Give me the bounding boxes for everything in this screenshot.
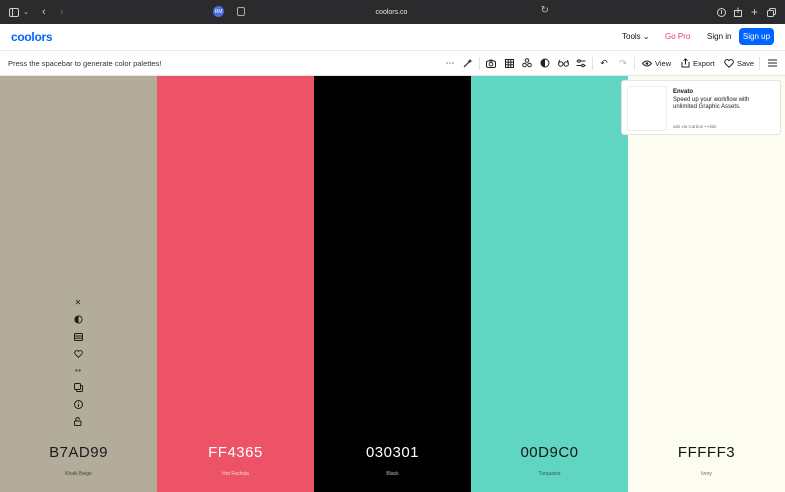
glasses-icon[interactable]: [557, 57, 569, 69]
hide-ad-link[interactable]: Hide: [707, 124, 716, 129]
color-name: Hot Fuchsia: [222, 471, 249, 477]
more-options-icon[interactable]: ⋯: [444, 57, 456, 69]
chevron-down-icon: ⌄: [642, 32, 650, 41]
tabs-overview-icon[interactable]: [767, 5, 776, 19]
column-tools: ✕ ⇿: [71, 294, 85, 430]
color-name: Black: [386, 471, 399, 477]
color-hex-code[interactable]: FFFFF3: [628, 444, 785, 461]
magic-wand-icon[interactable]: [462, 57, 474, 69]
tools-menu[interactable]: Tools ⌄: [622, 32, 650, 41]
ad-footer: ads via Carbon • Hide: [673, 124, 717, 129]
heart-icon[interactable]: [723, 57, 735, 69]
color-name: Khaki Beige: [65, 471, 92, 477]
contrast-icon[interactable]: [71, 311, 85, 328]
export-button[interactable]: Export: [693, 59, 715, 68]
chevron-down-icon[interactable]: ⌄: [23, 5, 29, 19]
back-icon[interactable]: ‹: [42, 5, 46, 19]
carbon-ad[interactable]: Envato Speed up your workflow with unlim…: [621, 80, 781, 135]
color-column-2[interactable]: FF4365 Hot Fuchsia: [157, 76, 314, 492]
ad-title[interactable]: Envato: [673, 89, 693, 95]
color-wheel-icon[interactable]: [521, 57, 533, 69]
ad-thumbnail[interactable]: [627, 86, 667, 131]
info-icon[interactable]: [71, 396, 85, 413]
toolbar-divider: [634, 57, 635, 70]
remove-color-icon[interactable]: ✕: [71, 294, 85, 311]
redo-icon[interactable]: ↷: [617, 57, 629, 69]
browser-chrome: ⌄ ‹ › RM coolors.co ↻ +: [0, 0, 785, 24]
color-hex-code[interactable]: 00D9C0: [471, 444, 628, 461]
color-column-4[interactable]: 00D9C0 Turquoise: [471, 76, 628, 492]
share-icon[interactable]: [734, 5, 742, 19]
heart-icon[interactable]: [71, 345, 85, 362]
contrast-icon[interactable]: [539, 57, 551, 69]
color-hex-code[interactable]: FF4365: [157, 444, 314, 461]
hamburger-menu-icon[interactable]: [766, 57, 778, 69]
save-button[interactable]: Save: [737, 59, 754, 68]
sign-in-link[interactable]: Sign in: [707, 32, 731, 41]
ad-description[interactable]: Speed up your workflow with unlimited Gr…: [673, 97, 773, 111]
generator-toolbar: Press the spacebar to generate color pal…: [0, 51, 785, 76]
color-hex-code[interactable]: 030301: [314, 444, 471, 461]
extension-icon[interactable]: RM: [213, 6, 224, 17]
color-name: Turquoise: [538, 471, 561, 477]
ad-via-text[interactable]: ads via Carbon: [673, 124, 703, 129]
view-button[interactable]: View: [655, 59, 671, 68]
camera-icon[interactable]: [485, 57, 497, 69]
reload-icon[interactable]: ↻: [541, 5, 549, 16]
forward-icon[interactable]: ›: [60, 5, 64, 19]
shades-icon[interactable]: [71, 328, 85, 345]
undo-icon[interactable]: ↶: [598, 57, 610, 69]
adjustments-icon[interactable]: [575, 57, 587, 69]
grid-view-icon[interactable]: [503, 57, 515, 69]
sidebar-toggle-icon[interactable]: [9, 5, 19, 19]
palette: ✕ ⇿ B7AD99 Khaki Beige FF4365 Hot Fuchsi…: [0, 76, 785, 492]
color-column-3[interactable]: 030301 Black: [314, 76, 471, 492]
download-icon[interactable]: [717, 5, 726, 19]
drag-handle-icon[interactable]: ⇿: [71, 362, 85, 379]
copy-icon[interactable]: [71, 379, 85, 396]
url-text: coolors.co: [375, 8, 408, 16]
page-icon: [237, 7, 245, 16]
address-bar[interactable]: coolors.co ↻: [229, 4, 554, 20]
coolors-logo[interactable]: coolors: [11, 30, 53, 44]
tools-label: Tools: [622, 32, 641, 41]
export-icon[interactable]: [679, 57, 691, 69]
go-pro-link[interactable]: Go Pro: [665, 32, 690, 41]
unlock-icon[interactable]: [71, 413, 85, 430]
color-name: Ivory: [701, 471, 712, 477]
color-hex-code[interactable]: B7AD99: [0, 444, 157, 461]
toolbar-divider: [759, 57, 760, 70]
spacebar-hint: Press the spacebar to generate color pal…: [8, 59, 162, 68]
color-column-5[interactable]: FFFFF3 Ivory: [628, 76, 785, 492]
color-column-1[interactable]: ✕ ⇿ B7AD99 Khaki Beige: [0, 76, 157, 492]
top-navbar: coolors Tools ⌄ Go Pro Sign in Sign up: [0, 24, 785, 51]
eye-icon[interactable]: [641, 57, 653, 69]
toolbar-divider: [479, 57, 480, 70]
toolbar-divider: [592, 57, 593, 70]
sign-up-button[interactable]: Sign up: [739, 28, 774, 45]
new-tab-icon[interactable]: +: [751, 5, 758, 19]
